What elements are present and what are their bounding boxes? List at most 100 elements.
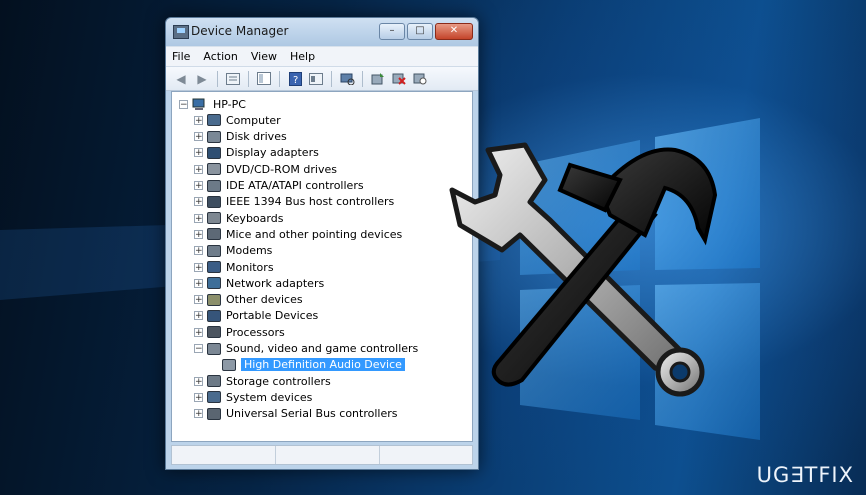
tree-item[interactable]: + Universal Serial Bus controllers [194, 406, 397, 422]
tree-item[interactable]: + Storage controllers [194, 373, 331, 389]
tree-item-label: IEEE 1394 Bus host controllers [226, 195, 395, 209]
tree-item-label: Storage controllers [226, 374, 331, 388]
expand-icon[interactable]: + [194, 148, 203, 158]
expand-icon[interactable]: + [194, 262, 203, 272]
close-button[interactable]: ✕ [435, 23, 473, 40]
collapse-icon[interactable]: − [194, 344, 203, 354]
expand-icon[interactable]: + [194, 246, 203, 256]
tree-item[interactable]: + Mice and other pointing devices [194, 226, 402, 242]
display-adapter-icon [207, 146, 221, 159]
tree-item-label: Modems [226, 244, 273, 258]
processor-icon [207, 326, 221, 339]
expand-icon[interactable]: + [194, 115, 203, 125]
tree-item[interactable]: + System devices [194, 389, 312, 405]
menu-view[interactable]: View [251, 50, 277, 63]
tree-item[interactable]: + DVD/CD-ROM drives [194, 161, 337, 177]
tree-item[interactable]: + IDE ATA/ATAPI controllers [194, 178, 364, 194]
usb-icon [207, 407, 221, 420]
tree-item-label: Network adapters [226, 276, 325, 290]
dvd-drive-icon [207, 163, 221, 176]
tree-item-label: Mice and other pointing devices [226, 227, 403, 241]
update-driver-icon[interactable] [369, 71, 387, 87]
back-arrow-icon[interactable]: ◀ [172, 71, 190, 87]
toolbar: ◀ ▶ ? [166, 66, 478, 91]
system-devices-icon [207, 391, 221, 404]
tree-item[interactable]: − Sound, video and game controllers [194, 341, 418, 357]
uninstall-icon[interactable] [390, 71, 408, 87]
window-title: Device Manager [191, 24, 289, 38]
view-icon[interactable] [307, 71, 325, 87]
tree-item-label: Monitors [226, 260, 274, 274]
expand-icon[interactable]: + [194, 213, 203, 223]
speaker-icon [222, 358, 236, 371]
brand-logo: UG∃TFIX [756, 463, 854, 487]
expand-icon[interactable]: + [194, 392, 203, 402]
speaker-icon [207, 342, 221, 355]
tree-item-label: Processors [226, 325, 285, 339]
computer-icon [207, 114, 221, 127]
tree-item[interactable]: + Other devices [194, 292, 303, 308]
maximize-button[interactable]: □ [407, 23, 433, 40]
menu-file[interactable]: File [172, 50, 190, 63]
network-adapter-icon [207, 277, 221, 290]
root-label: HP-PC [213, 97, 246, 111]
tree-item[interactable]: + Portable Devices [194, 308, 318, 324]
scan-hardware-icon[interactable] [338, 71, 356, 87]
collapse-icon[interactable]: − [179, 99, 188, 109]
tree-item[interactable]: + Display adapters [194, 145, 319, 161]
tree-item-label: DVD/CD-ROM drives [226, 162, 337, 176]
tree-item-label: Disk drives [226, 130, 287, 144]
tree-item-label: Display adapters [226, 146, 319, 160]
tree-item-label: Universal Serial Bus controllers [226, 407, 398, 421]
ide-controller-icon [207, 179, 221, 192]
computer-icon [192, 98, 205, 110]
tree-item-label: Keyboards [226, 211, 284, 225]
properties-icon[interactable] [224, 71, 242, 87]
expand-icon[interactable]: + [194, 311, 203, 321]
expand-icon[interactable]: + [194, 164, 203, 174]
tree-item[interactable]: + Network adapters [194, 275, 324, 291]
tree-item[interactable]: + Processors [194, 324, 285, 340]
menu-help[interactable]: Help [290, 50, 315, 63]
tree-root[interactable]: − HP-PC [179, 96, 246, 112]
expand-icon[interactable]: + [194, 229, 203, 239]
tree-item[interactable]: + Monitors [194, 259, 274, 275]
portable-device-icon [207, 309, 221, 322]
tree-item-label: Other devices [226, 293, 303, 307]
tree-item[interactable]: + IEEE 1394 Bus host controllers [194, 194, 394, 210]
tree-item[interactable]: + Disk drives [194, 129, 287, 145]
modem-icon [207, 244, 221, 257]
minimize-button[interactable]: – [379, 23, 405, 40]
tree-item[interactable]: + Computer [194, 112, 281, 128]
tree-item[interactable]: + Modems [194, 243, 272, 259]
forward-arrow-icon[interactable]: ▶ [193, 71, 211, 87]
tree-child-item[interactable]: High Definition Audio Device [222, 357, 405, 373]
device-manager-icon [173, 25, 189, 39]
keyboard-icon [207, 212, 221, 225]
expand-icon[interactable]: + [194, 197, 203, 207]
monitor-icon [207, 261, 221, 273]
expand-icon[interactable]: + [194, 132, 203, 142]
expand-icon[interactable]: + [194, 295, 203, 305]
status-bar [171, 445, 473, 465]
expand-icon[interactable]: + [194, 278, 203, 288]
tree-item[interactable]: + Keyboards [194, 210, 283, 226]
svg-text:?: ? [293, 75, 298, 86]
tools-illustration [449, 142, 718, 397]
mouse-icon [207, 228, 221, 241]
help-icon[interactable]: ? [286, 71, 304, 87]
tree-item-label: Portable Devices [226, 309, 319, 323]
selected-device-label: High Definition Audio Device [241, 358, 405, 372]
expand-icon[interactable]: + [194, 327, 203, 337]
expand-icon[interactable]: + [194, 376, 203, 386]
tree-item-label: IDE ATA/ATAPI controllers [226, 179, 364, 192]
title-bar[interactable]: Device Manager – □ ✕ [166, 18, 478, 46]
console-tree-icon[interactable] [255, 71, 273, 87]
menu-action[interactable]: Action [203, 50, 237, 63]
device-tree: − HP-PC + Computer + Disk drives + Display ad… [171, 91, 473, 442]
expand-icon[interactable]: + [194, 409, 203, 419]
expand-icon[interactable]: + [194, 181, 203, 191]
tree-item-label: Sound, video and game controllers [226, 342, 419, 355]
ieee1394-icon [207, 195, 221, 208]
disable-icon[interactable] [411, 71, 429, 87]
